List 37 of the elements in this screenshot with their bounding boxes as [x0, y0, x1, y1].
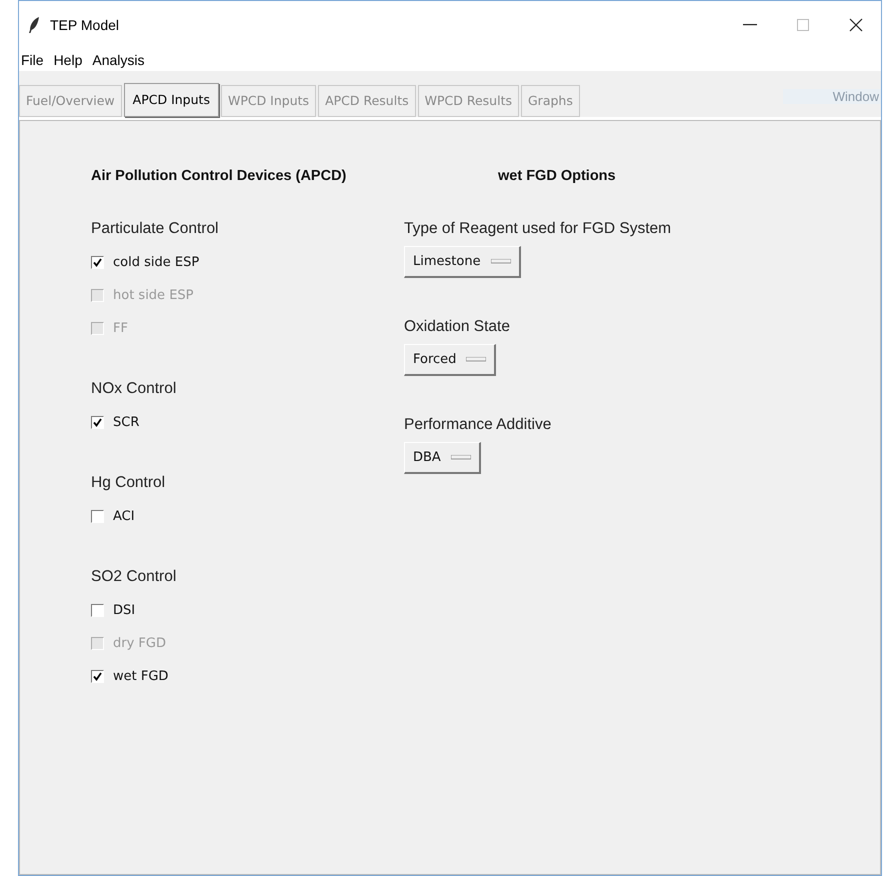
close-icon[interactable]	[849, 18, 863, 32]
group-label: Hg Control	[91, 474, 166, 492]
minimize-icon[interactable]	[743, 24, 757, 26]
section-heading: wet FGD Options	[498, 168, 617, 184]
menu-item[interactable]: Analysis	[92, 52, 144, 68]
group-label: Particulate Control	[91, 220, 220, 238]
group-label: SO2 Control	[91, 568, 178, 586]
menu-item[interactable]: Help	[54, 52, 82, 68]
window-title: TEP Model	[50, 17, 119, 33]
checkbox-label: ACI	[113, 509, 135, 524]
indicator-icon	[466, 357, 486, 362]
tab[interactable]: APCD Inputs	[124, 83, 219, 117]
checkbox[interactable]	[91, 416, 104, 429]
checkbox-label: DSI	[113, 603, 136, 618]
checkbox-label: wet FGD	[113, 669, 168, 684]
checkbox-label: cold side ESP	[113, 255, 200, 270]
field-label: Type of Reagent used for FGD System	[404, 220, 672, 238]
indicator-icon	[490, 259, 511, 264]
field-label: Performance Additive	[404, 416, 552, 434]
option-menu[interactable]: Limestone	[404, 246, 521, 278]
checkbox-label: SCR	[113, 415, 140, 430]
checkbox-label: FF	[113, 321, 128, 336]
checkbox[interactable]	[91, 604, 104, 617]
group-label: NOx Control	[91, 380, 178, 398]
checkbox-label: dry FGD	[113, 636, 166, 651]
checkbox[interactable]	[91, 510, 104, 523]
section-heading: Air Pollution Control Devices (APCD)	[91, 168, 348, 184]
option-menu[interactable]: DBA	[404, 442, 481, 474]
indicator-icon	[450, 455, 471, 460]
checkbox[interactable]	[91, 670, 104, 683]
option-menu[interactable]: Forced	[404, 344, 496, 376]
field-label: Oxidation State	[404, 318, 511, 336]
checkbox-label: hot side ESP	[113, 288, 194, 303]
feather-icon	[28, 16, 40, 34]
menu-item[interactable]: File	[21, 52, 44, 68]
checkbox[interactable]	[91, 256, 104, 269]
faded-label: Window	[783, 89, 881, 104]
